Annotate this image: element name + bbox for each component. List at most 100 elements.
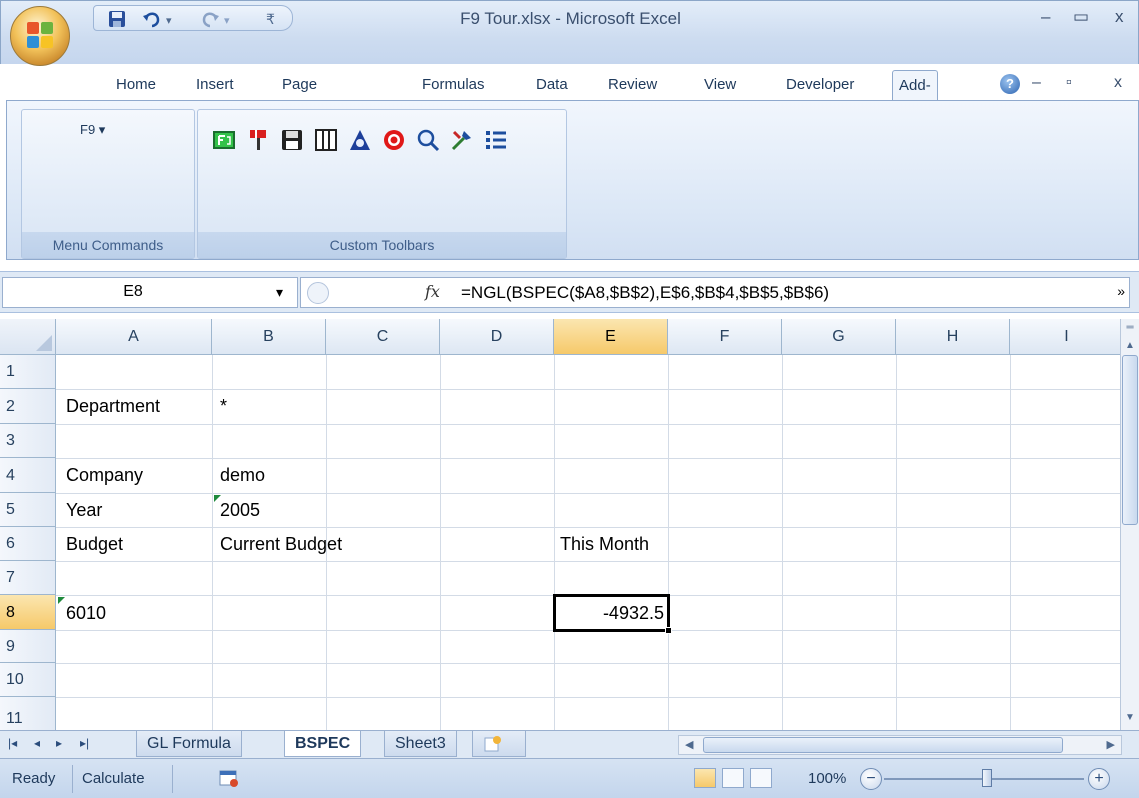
cell-b2[interactable]: *	[220, 396, 227, 417]
cell-a2[interactable]: Department	[66, 396, 160, 417]
row-header-8[interactable]: 8	[0, 595, 56, 630]
row-header-3[interactable]: 3	[0, 424, 56, 458]
sheet-tab-sheet3[interactable]: Sheet3	[384, 731, 457, 757]
row-header-10[interactable]: 10	[0, 663, 56, 697]
menu-commands-label: Menu Commands	[22, 232, 194, 258]
prev-sheet-icon[interactable]: ◂	[34, 736, 40, 750]
insert-function-icon[interactable]: fx	[425, 282, 440, 301]
zoom-out-button[interactable]: −	[860, 768, 882, 790]
expand-formula-bar-icon[interactable]: »	[1117, 283, 1125, 299]
page-break-view-icon[interactable]	[750, 768, 772, 788]
formula-text[interactable]: =NGL(BSPEC($A8,$B$2),E$6,$B$4,$B$5,$B$6)	[461, 283, 829, 303]
scroll-down-icon[interactable]: ▼	[1122, 709, 1138, 727]
insert-sheet-icon[interactable]	[472, 731, 526, 757]
horizontal-scroll-thumb[interactable]	[703, 737, 1063, 753]
scroll-up-icon[interactable]: ▲	[1122, 337, 1138, 355]
status-ready: Ready	[12, 770, 56, 787]
f9-menu-button[interactable]: F9 ▾	[80, 122, 105, 138]
row-header-4[interactable]: 4	[0, 458, 56, 493]
name-box-dropdown-icon[interactable]: ▾	[276, 284, 283, 301]
zoom-icon[interactable]	[416, 128, 440, 152]
name-box[interactable]: E8 ▾	[2, 277, 298, 308]
horizontal-scrollbar[interactable]: ◀ ▶	[678, 735, 1122, 755]
tab-developer[interactable]: Developer	[786, 70, 854, 100]
tools-icon[interactable]	[450, 128, 474, 152]
row-header-7[interactable]: 7	[0, 561, 56, 595]
select-all-corner[interactable]	[0, 319, 56, 355]
stop-icon[interactable]	[382, 128, 406, 152]
tab-data[interactable]: Data	[536, 70, 568, 100]
list-icon[interactable]	[484, 128, 508, 152]
doc-close-button[interactable]: x	[1114, 74, 1122, 92]
column-header-e[interactable]: E	[554, 319, 668, 355]
sheet-tab-gl-formula[interactable]: GL Formula	[136, 731, 242, 757]
tab-review[interactable]: Review	[608, 70, 657, 100]
column-header-f[interactable]: F	[668, 319, 782, 355]
column-header-i[interactable]: I	[1010, 319, 1120, 355]
fill-handle[interactable]	[665, 627, 672, 634]
help-icon[interactable]: ?	[1000, 74, 1020, 94]
row-header-2[interactable]: 2	[0, 389, 56, 424]
cell-b6[interactable]: Current Budget	[220, 534, 342, 555]
gridline	[896, 355, 897, 730]
page-layout-view-icon[interactable]	[722, 768, 744, 788]
scroll-left-icon[interactable]: ◀	[685, 738, 693, 751]
scroll-right-icon[interactable]: ▶	[1107, 738, 1115, 751]
gridline	[1010, 355, 1011, 730]
cell-a5[interactable]: Year	[66, 500, 102, 521]
menu-commands-group: F9 ▾ Menu Commands	[21, 109, 195, 259]
zoom-level[interactable]: 100%	[808, 770, 846, 787]
tab-view[interactable]: View	[704, 70, 736, 100]
column-header-d[interactable]: D	[440, 319, 554, 355]
next-sheet-icon[interactable]: ▸	[56, 736, 62, 750]
paint-icon[interactable]	[246, 128, 270, 152]
zoom-in-button[interactable]: +	[1088, 768, 1110, 790]
vertical-scrollbar[interactable]: ═ ▲ ▼	[1120, 319, 1139, 730]
zoom-slider-thumb[interactable]	[982, 769, 992, 787]
maximize-button[interactable]: ▭	[1073, 7, 1089, 27]
tab-insert[interactable]: Insert	[196, 70, 234, 100]
worksheet-grid[interactable]: A B C D E F G H I 1 2 3 4 5 6 7 8 9 10 1…	[0, 319, 1120, 730]
column-header-g[interactable]: G	[782, 319, 896, 355]
office-button[interactable]	[10, 6, 70, 66]
cell-b5[interactable]: 2005	[220, 500, 260, 521]
save-disk-icon[interactable]	[280, 128, 304, 152]
column-header-b[interactable]: B	[212, 319, 326, 355]
cell-b4[interactable]: demo	[220, 465, 265, 486]
triangle-icon[interactable]	[348, 128, 372, 152]
status-calculate[interactable]: Calculate	[82, 770, 145, 787]
cell-e8[interactable]: -4932.5	[554, 603, 664, 624]
row-header-9[interactable]: 9	[0, 630, 56, 663]
cell-a6[interactable]: Budget	[66, 534, 123, 555]
formula-input-area[interactable]: fx =NGL(BSPEC($A8,$B$2),E$6,$B$4,$B$5,$B…	[300, 277, 1130, 308]
gridline	[212, 355, 213, 730]
minimize-button[interactable]: –	[1041, 7, 1050, 27]
row-header-5[interactable]: 5	[0, 493, 56, 527]
column-header-h[interactable]: H	[896, 319, 1010, 355]
cell-e6[interactable]: This Month	[560, 534, 649, 555]
doc-minimize-button[interactable]: –	[1032, 74, 1041, 92]
gridline	[56, 663, 1120, 664]
row-header-11[interactable]: 11	[0, 697, 56, 730]
row-header-6[interactable]: 6	[0, 527, 56, 561]
doc-restore-button[interactable]: ▫	[1066, 74, 1072, 92]
macro-record-icon[interactable]	[218, 767, 240, 794]
vertical-scroll-thumb[interactable]	[1122, 355, 1138, 525]
scroll-split-icon[interactable]: ═	[1122, 319, 1138, 337]
normal-view-icon[interactable]	[694, 768, 716, 788]
close-button[interactable]: x	[1115, 7, 1124, 27]
last-sheet-icon[interactable]: ▸|	[80, 736, 89, 750]
cell-a4[interactable]: Company	[66, 465, 143, 486]
cell-a8[interactable]: 6010	[66, 603, 106, 624]
column-header-a[interactable]: A	[56, 319, 212, 355]
columns-icon[interactable]	[314, 128, 338, 152]
row-header-1[interactable]: 1	[0, 355, 56, 389]
sheet-tab-bspec[interactable]: BSPEC	[284, 731, 362, 757]
tab-formulas[interactable]: Formulas	[422, 70, 485, 100]
tab-page-layout[interactable]: Page Layout	[282, 70, 327, 123]
tab-add-ins[interactable]: Add-Ins	[892, 70, 938, 124]
column-header-c[interactable]: C	[326, 319, 440, 355]
f9-icon[interactable]	[212, 128, 236, 152]
tab-home[interactable]: Home	[116, 70, 156, 100]
first-sheet-icon[interactable]: |◂	[8, 736, 17, 750]
